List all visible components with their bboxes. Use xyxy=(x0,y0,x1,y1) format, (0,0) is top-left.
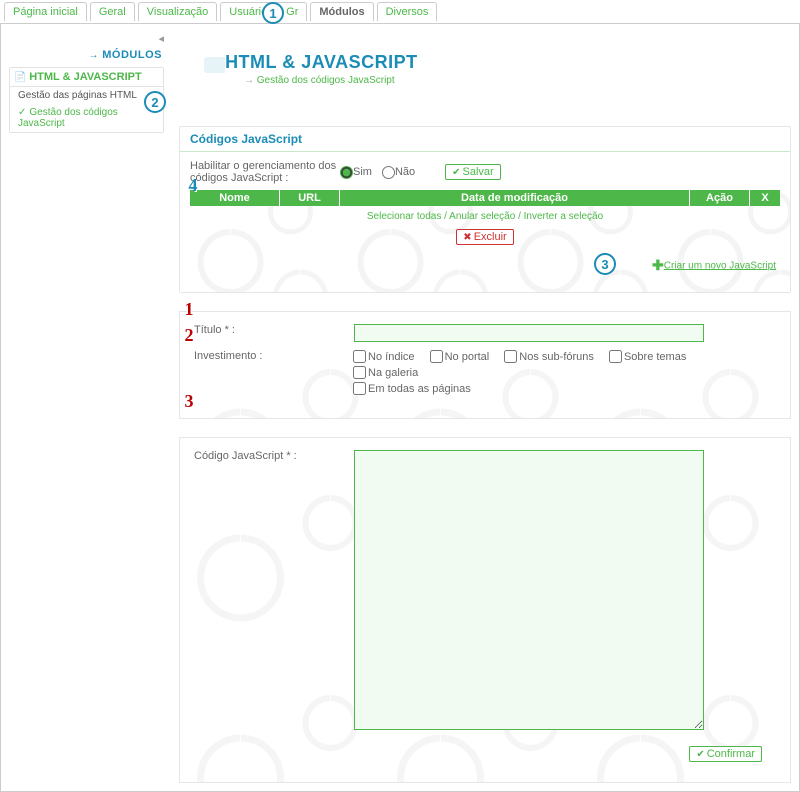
invest-checks: No índice No portal Nos sub-fóruns Sobre… xyxy=(353,350,776,398)
sidebar: ◂ → MÓDULOS 📄 HTML & JAVASCRIPT Gestão d… xyxy=(9,32,164,133)
tab-geral[interactable]: Geral xyxy=(90,2,135,21)
code-panel: Código JavaScript * : ✔ Confirmar xyxy=(179,437,791,783)
callout-4: 4 xyxy=(182,174,204,196)
table-header: Nome URL Data de modificação Ação X xyxy=(190,190,780,206)
code-textarea[interactable] xyxy=(354,450,704,730)
chk-temas[interactable]: Sobre temas xyxy=(609,350,686,363)
save-button[interactable]: ✔ Salvar xyxy=(445,164,501,180)
create-js-link[interactable]: Criar um novo JavaScript xyxy=(664,260,776,271)
callout-3: 3 xyxy=(594,253,616,275)
sidebar-box-title: 📄 HTML & JAVASCRIPT xyxy=(10,68,163,87)
col-url: URL xyxy=(280,190,340,206)
selection-links[interactable]: Selecionar todas / Anular seleção / Inve… xyxy=(190,206,780,227)
enable-label: Habilitar o gerenciamento dos códigos Ja… xyxy=(190,160,340,184)
investimento-label: Investimento : xyxy=(194,350,353,362)
chk-galeria[interactable]: Na galeria xyxy=(353,366,418,379)
form-panel: Título * : Investimento : No índice No p… xyxy=(179,311,791,419)
tab-diversos[interactable]: Diversos xyxy=(377,2,438,21)
radio-nao[interactable]: Não xyxy=(382,166,415,179)
sidebar-collapse-icon[interactable]: ◂ xyxy=(9,32,164,45)
callout-r3: 3 xyxy=(178,390,200,412)
callout-r2: 2 xyxy=(178,324,200,346)
col-acao: Ação xyxy=(690,190,750,206)
tab-pagina-inicial[interactable]: Página inicial xyxy=(4,2,87,21)
top-tabs: Página inicial Geral Visualização Usuári… xyxy=(0,0,800,24)
col-data: Data de modificação xyxy=(340,190,690,206)
radio-sim[interactable]: Sim xyxy=(340,166,372,179)
sidebar-modules-link[interactable]: → MÓDULOS xyxy=(9,45,164,65)
sidebar-box: 📄 HTML & JAVASCRIPT Gestão das páginas H… xyxy=(9,67,164,133)
chk-indice[interactable]: No índice xyxy=(353,350,414,363)
titulo-label: Título * : xyxy=(194,324,354,336)
codes-panel: Códigos JavaScript Habilitar o gerenciam… xyxy=(179,126,791,293)
callout-r1: 1 xyxy=(178,298,200,320)
chk-todas[interactable]: Em todas as páginas xyxy=(353,382,471,395)
chk-portal[interactable]: No portal xyxy=(430,350,490,363)
sidebar-item-html-pages[interactable]: Gestão das páginas HTML xyxy=(10,87,163,104)
col-x: X xyxy=(750,190,780,206)
callout-2: 2 xyxy=(144,91,166,113)
page-title: HTML & JAVASCRIPT xyxy=(225,52,418,73)
plus-icon: ✚ xyxy=(652,257,664,273)
titulo-input[interactable] xyxy=(354,324,704,342)
confirm-button[interactable]: ✔ Confirmar xyxy=(689,746,762,762)
tab-visualizacao[interactable]: Visualização xyxy=(138,2,218,21)
sidebar-item-js-codes[interactable]: Gestão dos códigos JavaScript xyxy=(10,104,163,132)
delete-button[interactable]: ✖ Excluir xyxy=(456,229,513,245)
chk-subforuns[interactable]: Nos sub-fóruns xyxy=(504,350,594,363)
page-header: HTML & JAVASCRIPT Gestão dos códigos Jav… xyxy=(204,52,791,86)
tab-modulos[interactable]: Módulos xyxy=(310,2,373,21)
code-label: Código JavaScript * : xyxy=(194,450,354,462)
breadcrumb: Gestão dos códigos JavaScript xyxy=(244,75,791,86)
codes-panel-title: Códigos JavaScript xyxy=(180,127,790,152)
col-nome: Nome xyxy=(190,190,280,206)
callout-1: 1 xyxy=(262,2,284,24)
